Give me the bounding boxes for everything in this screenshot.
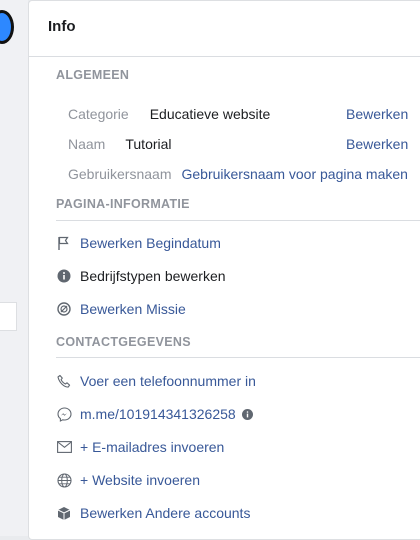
section-heading-page-info: PAGINA-INFORMATIE — [56, 197, 190, 211]
edit-start-date-link[interactable]: Bewerken Begindatum — [80, 235, 221, 251]
panel-title: Info — [48, 18, 76, 35]
create-username-link[interactable]: Gebruikersnaam voor pagina maken — [182, 166, 408, 182]
name-label: Naam — [68, 136, 106, 152]
header-divider — [29, 56, 420, 57]
category-row: Categorie Educatieve website — [68, 104, 270, 124]
phone-icon — [56, 373, 72, 389]
start-date-item[interactable]: Bewerken Begindatum — [56, 233, 221, 253]
mission-icon — [56, 301, 72, 317]
envelope-icon — [56, 439, 72, 455]
edit-name-link[interactable]: Bewerken — [346, 136, 408, 152]
background-card-edge — [0, 302, 17, 331]
enter-phone-link[interactable]: Voer een telefoonnummer in — [80, 373, 256, 389]
name-row: Naam Tutorial — [68, 134, 172, 154]
info-panel: Info ALGEMEEN Categorie Educatieve websi… — [28, 0, 420, 540]
messenger-item[interactable]: m.me/101914341326258 — [56, 404, 253, 424]
edit-category-link[interactable]: Bewerken — [346, 106, 408, 122]
messenger-icon — [56, 406, 72, 422]
name-value: Tutorial — [125, 136, 172, 152]
business-types-item[interactable]: Bedrijfstypen bewerken — [56, 266, 226, 286]
edit-business-types-text[interactable]: Bedrijfstypen bewerken — [80, 268, 226, 284]
username-row: Gebruikersnaam Gebruikersnaam voor pagin… — [68, 164, 408, 184]
contact-divider — [56, 357, 420, 358]
other-accounts-item[interactable]: Bewerken Andere accounts — [56, 503, 250, 523]
phone-item[interactable]: Voer een telefoonnummer in — [56, 371, 256, 391]
category-label: Categorie — [68, 106, 129, 122]
cube-icon — [56, 505, 72, 521]
page-info-divider — [56, 220, 420, 221]
globe-icon — [56, 472, 72, 488]
messenger-link[interactable]: m.me/101914341326258 — [80, 406, 236, 422]
edit-mission-link[interactable]: Bewerken Missie — [80, 301, 186, 317]
info-icon[interactable] — [241, 408, 253, 420]
enter-website-link[interactable]: + Website invoeren — [80, 472, 200, 488]
background-strip — [0, 0, 28, 536]
flag-icon — [56, 235, 72, 251]
info-circle-icon — [56, 268, 72, 284]
website-item[interactable]: + Website invoeren — [56, 470, 200, 490]
edit-other-accounts-link[interactable]: Bewerken Andere accounts — [80, 505, 250, 521]
section-heading-general: ALGEMEEN — [56, 68, 130, 82]
section-heading-contact: CONTACTGEGEVENS — [56, 335, 191, 349]
email-item[interactable]: + E-mailadres invoeren — [56, 437, 224, 457]
mission-item[interactable]: Bewerken Missie — [56, 299, 186, 319]
enter-email-link[interactable]: + E-mailadres invoeren — [80, 439, 224, 455]
category-value: Educatieve website — [149, 106, 271, 122]
username-label: Gebruikersnaam — [68, 166, 172, 182]
